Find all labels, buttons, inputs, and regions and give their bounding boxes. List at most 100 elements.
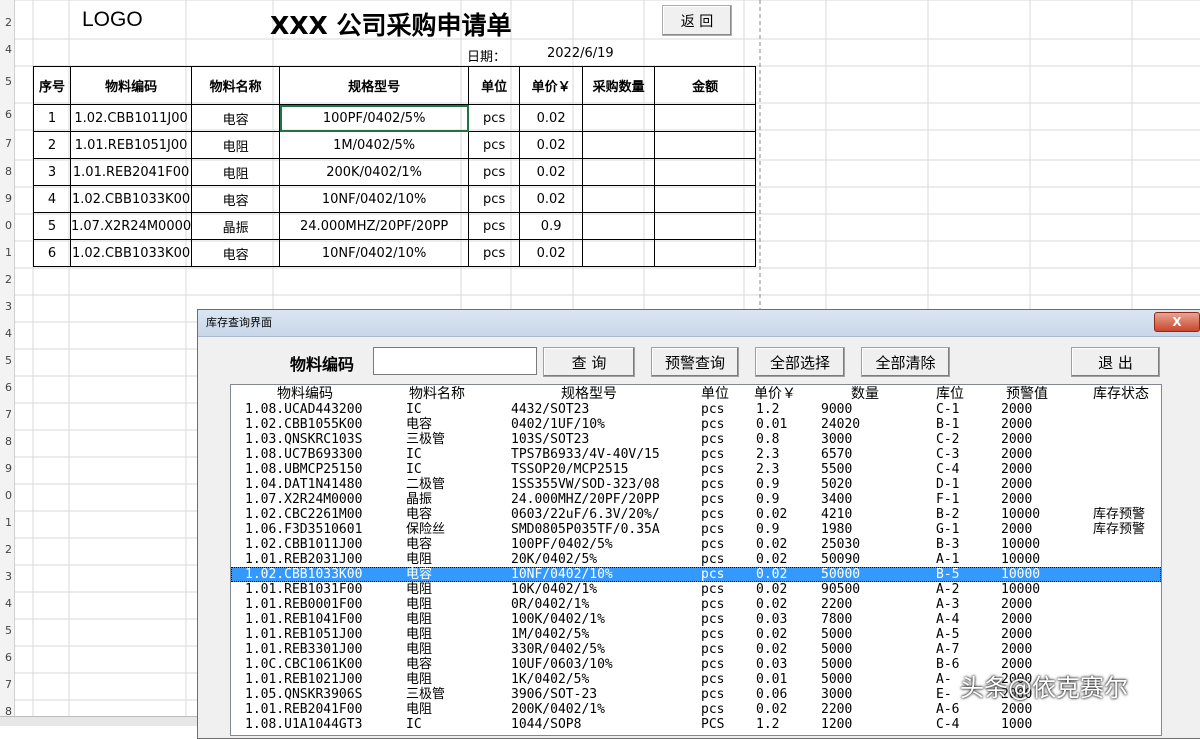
back-button[interactable]: 返 回 xyxy=(662,5,732,36)
table-cell[interactable]: 1.02.CBB1033K00 xyxy=(69,185,193,213)
clear-all-button[interactable]: 全部清除 xyxy=(861,347,950,377)
table-cell[interactable]: 1.01.REB2041F00 xyxy=(69,158,193,186)
table-cell[interactable] xyxy=(582,212,656,240)
sheet-tab-bar[interactable] xyxy=(0,716,200,726)
list-item[interactable]: 1.01.REB2031J00 电阻 20K/0402/5% pcs 0.02 50090… xyxy=(231,552,1161,567)
list-item[interactable]: 1.01.REB1051J00 电阻 1M/0402/5% pcs 0.02 5000 A-… xyxy=(231,627,1161,642)
list-cell: pcs xyxy=(701,552,725,567)
table-cell[interactable] xyxy=(654,212,757,240)
list-item[interactable]: 1.08.UBMCP25150 IC TSSOP20/MCP2515 pcs 2.3 55… xyxy=(231,462,1161,477)
table-cell[interactable]: 3 xyxy=(33,158,71,186)
list-cell: 9000 xyxy=(821,402,853,417)
table-cell[interactable]: 100PF/0402/5% xyxy=(279,104,470,132)
table-cell[interactable]: pcs xyxy=(468,212,521,240)
table-cell[interactable]: 1.07.X2R24M0000 xyxy=(69,212,193,240)
table-cell[interactable]: 电容 xyxy=(191,185,281,213)
row-number: 3 xyxy=(5,570,12,583)
list-cell: 1.2 xyxy=(756,717,780,732)
table-cell[interactable] xyxy=(654,131,757,159)
table-cell[interactable]: 0.02 xyxy=(519,131,584,159)
list-item[interactable]: 1.02.CBB1011J00 电容 100PF/0402/5% pcs 0.02 250… xyxy=(231,537,1161,552)
table-cell[interactable]: pcs xyxy=(468,239,521,267)
table-cell[interactable] xyxy=(654,104,757,132)
list-item[interactable]: 1.07.X2R24M0000 晶振 24.000MHZ/20PF/20PP pcs 0… xyxy=(231,492,1161,507)
list-cell: pcs xyxy=(701,657,725,672)
table-cell[interactable]: 0.02 xyxy=(519,239,584,267)
table-cell[interactable]: 晶振 xyxy=(191,212,281,240)
table-cell[interactable]: 1.02.CBB1033K00 xyxy=(69,239,193,267)
select-all-button[interactable]: 全部选择 xyxy=(755,347,845,377)
list-cell: pcs xyxy=(701,432,725,447)
table-cell[interactable]: 1.01.REB1051J00 xyxy=(69,131,193,159)
table-cell[interactable]: 0.9 xyxy=(519,212,584,240)
table-cell[interactable]: 6 xyxy=(33,239,71,267)
list-item[interactable]: 1.02.CBC2261M00 电容 0603/22uF/6.3V/20%/ pcs 0… xyxy=(231,507,1161,522)
list-cell: 1.2 xyxy=(756,402,780,417)
table-cell[interactable]: 0.02 xyxy=(519,104,584,132)
table-cell[interactable]: 1M/0402/5% xyxy=(279,131,470,159)
table-cell[interactable] xyxy=(582,131,656,159)
list-cell: 0.9 xyxy=(756,492,780,507)
list-cell: 103S/SOT23 xyxy=(511,432,590,447)
list-item[interactable]: 1.01.REB1031F00 电阻 10K/0402/1% pcs 0.02 90500… xyxy=(231,582,1161,597)
table-cell[interactable]: 1.02.CBB1011J00 xyxy=(69,104,193,132)
dialog-title: 库存查询界面 xyxy=(206,316,272,329)
table-cell[interactable] xyxy=(582,185,656,213)
list-item[interactable]: 1.01.REB3301J00 电阻 330R/0402/5% pcs 0.02 5000… xyxy=(231,642,1161,657)
list-item[interactable]: 1.01.REB2041F00 电阻 200K/0402/1% pcs 0.02 2200… xyxy=(231,702,1161,717)
list-cell: 2000 xyxy=(1001,447,1033,462)
list-cell: 50090 xyxy=(821,552,861,567)
list-cell: 规格型号 xyxy=(561,386,617,402)
list-item[interactable]: 1.01.REB0001F00 电阻 0R/0402/1% pcs 0.02 2200 A-… xyxy=(231,597,1161,612)
table-cell[interactable]: 电阻 xyxy=(191,158,281,186)
table-cell[interactable]: 200K/0402/1% xyxy=(279,158,470,186)
table-cell[interactable]: 1 xyxy=(33,104,71,132)
list-item[interactable]: 1.01.REB1041F00 电阻 100K/0402/1% pcs 0.03 7800… xyxy=(231,612,1161,627)
list-item[interactable]: 1.08.UCAD443200 IC 4432/SOT23 pcs 1.2 9000 C-1… xyxy=(231,402,1161,417)
table-cell[interactable]: pcs xyxy=(468,185,521,213)
table-cell[interactable]: 24.000MHZ/20PF/20PP xyxy=(279,212,470,240)
table-cell[interactable]: 电阻 xyxy=(191,131,281,159)
table-cell[interactable]: 5 xyxy=(33,212,71,240)
list-item[interactable]: 1.04.DAT1N41480 二极管 1SS355VW/SOD-323/08 pcs… xyxy=(231,477,1161,492)
list-cell: pcs xyxy=(701,642,725,657)
table-cell[interactable]: pcs xyxy=(468,158,521,186)
list-cell: 电阻 xyxy=(406,672,433,687)
close-icon[interactable]: X xyxy=(1154,312,1200,332)
list-cell: 24020 xyxy=(821,417,861,432)
list-item[interactable]: 1.02.CBB1055K00 电容 0402/1UF/10% pcs 0.01 2402… xyxy=(231,417,1161,432)
list-item[interactable]: 1.08.U1A1044GT3 IC 1044/SOP8 PCS 1.2 1200 C-4 1… xyxy=(231,717,1161,732)
exit-button[interactable]: 退 出 xyxy=(1071,347,1160,377)
material-code-input[interactable] xyxy=(373,347,537,375)
table-cell[interactable]: 0.02 xyxy=(519,185,584,213)
list-item[interactable]: 1.06.F3D3510601 保险丝 SMD0805P035TF/0.35A pcs… xyxy=(231,522,1161,537)
list-cell: 0.02 xyxy=(756,582,788,597)
table-cell[interactable] xyxy=(654,185,757,213)
list-cell: 0.01 xyxy=(756,417,788,432)
list-item[interactable]: 1.03.QNSKRC103S 三极管 103S/SOT23 pcs 0.8 3000 C-… xyxy=(231,432,1161,447)
table-cell[interactable] xyxy=(582,104,656,132)
table-cell[interactable]: 0.02 xyxy=(519,158,584,186)
table-cell[interactable]: 电容 xyxy=(191,104,281,132)
list-cell: 0.02 xyxy=(756,537,788,552)
table-cell[interactable]: 10NF/0402/10% xyxy=(279,239,470,267)
page-title: XXX 公司采购申请单 xyxy=(270,11,512,40)
table-cell[interactable] xyxy=(654,239,757,267)
warning-query-button[interactable]: 预警查询 xyxy=(651,347,739,377)
table-cell[interactable] xyxy=(654,158,757,186)
table-cell[interactable] xyxy=(582,239,656,267)
table-cell[interactable]: 电容 xyxy=(191,239,281,267)
list-cell: pcs xyxy=(701,462,725,477)
query-button[interactable]: 查 询 xyxy=(543,347,635,377)
table-cell[interactable]: pcs xyxy=(468,131,521,159)
list-cell: TSSOP20/MCP2515 xyxy=(511,462,629,477)
list-item[interactable]: 1.08.UC7B693300 IC TPS7B6933/4V-40V/15 pcs 2… xyxy=(231,447,1161,462)
list-cell: 晶振 xyxy=(406,492,433,507)
table-cell[interactable]: pcs xyxy=(468,104,521,132)
table-cell[interactable]: 10NF/0402/10% xyxy=(279,185,470,213)
table-cell[interactable]: 4 xyxy=(33,185,71,213)
list-item[interactable]: 1.02.CBB1033K00 电容 10NF/0402/10% pcs 0.02 500… xyxy=(231,567,1161,582)
table-cell[interactable]: 2 xyxy=(33,131,71,159)
list-cell: 7800 xyxy=(821,612,853,627)
table-cell[interactable] xyxy=(582,158,656,186)
